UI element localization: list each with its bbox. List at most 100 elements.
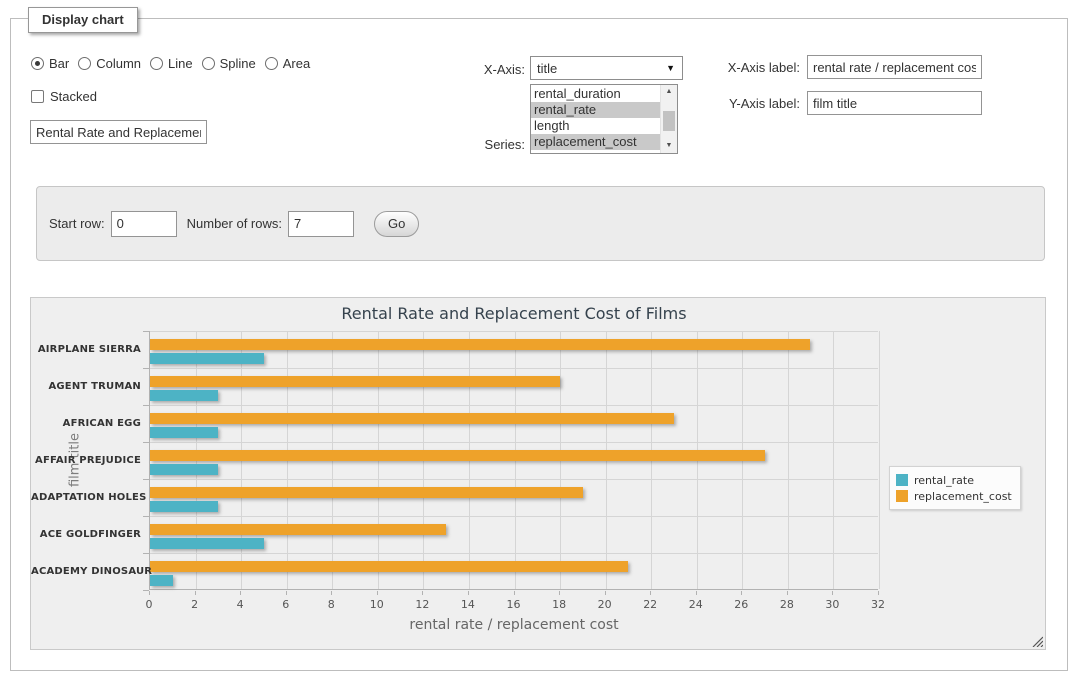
start-row-input[interactable] xyxy=(111,211,177,237)
y-axis-tick xyxy=(143,442,149,443)
x-axis-tick xyxy=(696,591,697,595)
chart-title: Rental Rate and Replacement Cost of Film… xyxy=(341,304,686,323)
gridline-horizontal xyxy=(150,516,878,517)
x-axis-title: rental rate / replacement cost xyxy=(409,617,618,633)
chart-title-input[interactable] xyxy=(30,120,207,144)
series-option-rental_duration[interactable]: rental_duration xyxy=(531,86,660,102)
legend-swatch xyxy=(896,474,908,486)
x-axis-label-input[interactable] xyxy=(807,55,982,79)
x-axis-tick-label: 0 xyxy=(146,598,153,611)
category-label: AIRPLANE SIERRA xyxy=(31,344,141,355)
chart-type-line[interactable]: Line xyxy=(150,56,193,71)
radio-label: Line xyxy=(168,56,193,71)
series-scrollbar[interactable]: ▲ ▼ xyxy=(660,85,677,153)
series-option-length[interactable]: length xyxy=(531,118,660,134)
x-axis-tick-label: 32 xyxy=(871,598,885,611)
radio-label: Area xyxy=(283,56,310,71)
fieldset-legend-title: Display chart xyxy=(28,7,138,33)
x-axis-tick-label: 22 xyxy=(643,598,657,611)
x-axis-tick xyxy=(650,591,651,595)
gridline-vertical xyxy=(788,331,789,589)
chart-type-bar[interactable]: Bar xyxy=(31,56,69,71)
x-axis-tick xyxy=(422,591,423,595)
scroll-down-button[interactable]: ▼ xyxy=(661,139,677,153)
stacked-checkbox-row[interactable]: Stacked xyxy=(31,89,97,104)
bar-rental_rate[interactable] xyxy=(150,501,218,512)
bar-rental_rate[interactable] xyxy=(150,390,218,401)
x-axis-tick-label: 12 xyxy=(415,598,429,611)
x-axis-tick xyxy=(832,591,833,595)
gridline-horizontal xyxy=(150,368,878,369)
x-axis-tick xyxy=(605,591,606,595)
category-label: AFRICAN EGG xyxy=(31,418,141,429)
x-axis-tick-label: 30 xyxy=(825,598,839,611)
scroll-thumb[interactable] xyxy=(663,111,675,131)
series-select-label: Series: xyxy=(425,137,525,152)
category-label: ADAPTATION HOLES xyxy=(31,492,141,503)
bar-replacement_cost[interactable] xyxy=(150,524,446,535)
bar-replacement_cost[interactable] xyxy=(150,413,674,424)
x-axis-label-caption: X-Axis label: xyxy=(695,60,800,75)
bar-rental_rate[interactable] xyxy=(150,353,264,364)
stacked-checkbox[interactable] xyxy=(31,90,44,103)
radio-icon[interactable] xyxy=(202,57,215,70)
chart-legend: rental_rate replacement_cost xyxy=(889,466,1021,510)
legend-item-replacement_cost[interactable]: replacement_cost xyxy=(896,488,1012,504)
chevron-down-icon: ▼ xyxy=(666,64,675,73)
legend-item-rental_rate[interactable]: rental_rate xyxy=(896,472,1012,488)
gridline-vertical xyxy=(833,331,834,589)
number-of-rows-label: Number of rows: xyxy=(187,216,282,231)
bar-rental_rate[interactable] xyxy=(150,464,218,475)
bar-rental_rate[interactable] xyxy=(150,575,173,586)
x-axis-tick-label: 10 xyxy=(370,598,384,611)
x-axis-tick-label: 6 xyxy=(282,598,289,611)
series-option-rental_rate[interactable]: rental_rate xyxy=(531,102,660,118)
series-options: rental_durationrental_ratelengthreplacem… xyxy=(531,86,660,150)
y-axis-tick xyxy=(143,553,149,554)
radio-label: Spline xyxy=(220,56,256,71)
x-axis-tick xyxy=(149,591,150,595)
bar-replacement_cost[interactable] xyxy=(150,487,583,498)
radio-label: Bar xyxy=(49,56,69,71)
category-label: AFFAIR PREJUDICE xyxy=(31,455,141,466)
x-axis-tick-label: 4 xyxy=(237,598,244,611)
chart: Rental Rate and Replacement Cost of Film… xyxy=(30,297,1046,650)
legend-label: replacement_cost xyxy=(914,490,1012,503)
bar-replacement_cost[interactable] xyxy=(150,376,560,387)
chart-type-area[interactable]: Area xyxy=(265,56,310,71)
radio-icon[interactable] xyxy=(150,57,163,70)
category-label: AGENT TRUMAN xyxy=(31,381,141,392)
chart-type-spline[interactable]: Spline xyxy=(202,56,256,71)
x-axis-tick xyxy=(377,591,378,595)
scroll-up-button[interactable]: ▲ xyxy=(661,85,677,99)
bar-replacement_cost[interactable] xyxy=(150,561,628,572)
chart-type-column[interactable]: Column xyxy=(78,56,141,71)
category-axis-labels: AIRPLANE SIERRA AGENT TRUMAN AFRICAN EGG AF… xyxy=(31,331,141,590)
legend-label: rental_rate xyxy=(914,474,974,487)
x-axis-tick-label: 26 xyxy=(734,598,748,611)
x-axis-tick xyxy=(514,591,515,595)
bar-rental_rate[interactable] xyxy=(150,427,218,438)
x-axis-tick xyxy=(195,591,196,595)
y-axis-label-input[interactable] xyxy=(807,91,982,115)
radio-icon[interactable] xyxy=(31,57,44,70)
series-multiselect[interactable]: rental_durationrental_ratelengthreplacem… xyxy=(530,84,678,154)
x-axis-tick xyxy=(741,591,742,595)
radio-icon[interactable] xyxy=(265,57,278,70)
gridline-horizontal xyxy=(150,331,878,332)
x-axis-tick xyxy=(878,591,879,595)
x-axis-tick-label: 24 xyxy=(689,598,703,611)
bar-replacement_cost[interactable] xyxy=(150,450,765,461)
x-axis-select[interactable]: title ▼ xyxy=(530,56,683,80)
number-of-rows-input[interactable] xyxy=(288,211,354,237)
radio-icon[interactable] xyxy=(78,57,91,70)
bar-rental_rate[interactable] xyxy=(150,538,264,549)
resize-grip-icon[interactable] xyxy=(1032,636,1043,647)
series-option-replacement_cost[interactable]: replacement_cost xyxy=(531,134,660,150)
radio-label: Column xyxy=(96,56,141,71)
x-axis-tick xyxy=(286,591,287,595)
y-axis-tick xyxy=(143,368,149,369)
go-button[interactable]: Go xyxy=(374,211,419,237)
bar-replacement_cost[interactable] xyxy=(150,339,810,350)
gridline-horizontal xyxy=(150,442,878,443)
